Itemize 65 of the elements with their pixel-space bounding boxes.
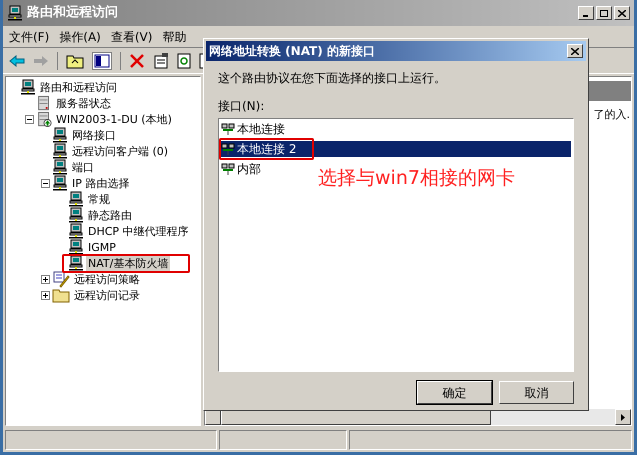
- computer-icon: [68, 207, 84, 223]
- tree-item[interactable]: 远程访问记录: [72, 288, 142, 302]
- collapse-icon[interactable]: [40, 178, 50, 188]
- tree-item[interactable]: 远程访问客户端 (0): [70, 144, 170, 158]
- instruction-text: 这个路由协议在您下面选择的接口上运行。: [218, 70, 447, 87]
- tree-item[interactable]: IGMP: [86, 240, 118, 254]
- list-item[interactable]: 本地连接 2: [221, 141, 571, 157]
- computer-icon: [52, 175, 68, 191]
- scroll-icon: [52, 270, 70, 288]
- panel-toggle-icon[interactable]: [92, 52, 112, 70]
- tree-item[interactable]: DHCP 中继代理程序: [86, 224, 191, 238]
- computer-icon: [52, 127, 68, 143]
- computer-icon: [68, 239, 84, 255]
- tree-item[interactable]: NAT/基本防火墙: [86, 256, 170, 270]
- tree-item[interactable]: 常规: [86, 192, 112, 206]
- list-item[interactable]: 本地连接: [221, 121, 285, 137]
- delete-icon[interactable]: [129, 52, 145, 68]
- close-button[interactable]: [614, 6, 630, 20]
- tree-item[interactable]: 路由和远程访问: [38, 80, 119, 94]
- menu-item[interactable]: 查看(V): [110, 28, 152, 46]
- dialog-title: 网络地址转换 (NAT) 的新接口: [209, 43, 375, 60]
- properties-icon[interactable]: [153, 52, 169, 68]
- maximize-button[interactable]: [596, 6, 612, 20]
- list-item[interactable]: 内部: [221, 161, 261, 177]
- right-arrow-icon[interactable]: [621, 414, 625, 420]
- expand-icon[interactable]: [40, 290, 50, 300]
- dialog-button[interactable]: 取消: [499, 381, 574, 404]
- computer-icon: [52, 143, 68, 159]
- back-arrow-icon[interactable]: [9, 54, 25, 66]
- window-title: 路由和远程访问: [27, 4, 118, 22]
- expand-icon[interactable]: [40, 274, 50, 284]
- server-icon: [36, 110, 52, 128]
- list-label: 接口(N):: [218, 98, 266, 115]
- tree-item[interactable]: 网络接口: [70, 128, 118, 142]
- computer-icon: [7, 5, 23, 21]
- tree-item[interactable]: IP 路由选择: [70, 176, 132, 190]
- menu-item[interactable]: 文件(F): [9, 28, 50, 46]
- network-icon: [221, 122, 235, 136]
- server-icon: [36, 94, 52, 112]
- collapse-icon[interactable]: [24, 114, 34, 124]
- computer-icon: [68, 223, 84, 239]
- refresh-icon[interactable]: [177, 52, 191, 68]
- folder-icon: [52, 287, 70, 303]
- menu-item[interactable]: 操作(A): [59, 28, 101, 46]
- maximize-icon: [600, 10, 608, 16]
- minimize-button[interactable]: [578, 6, 594, 20]
- tree-item[interactable]: 服务器状态: [54, 96, 113, 110]
- computer-icon: [20, 79, 36, 95]
- tree-item[interactable]: WIN2003-1-DU (本地): [54, 112, 174, 126]
- annotation-text: 选择与win7相接的网卡: [318, 166, 515, 191]
- computer-icon: [68, 191, 84, 207]
- tree-item[interactable]: 远程访问策略: [72, 272, 142, 286]
- folder-up-icon[interactable]: [66, 52, 84, 68]
- network-icon: [221, 142, 235, 156]
- dialog-button[interactable]: 确定: [417, 381, 492, 404]
- close-icon: [618, 10, 626, 16]
- close-button[interactable]: [567, 44, 583, 58]
- tree-item[interactable]: 静态路由: [86, 208, 134, 222]
- close-icon: [571, 48, 579, 54]
- computer-icon: [52, 159, 68, 175]
- network-icon: [221, 162, 235, 176]
- tree-item[interactable]: 端口: [70, 160, 96, 174]
- column-text: 了的入.: [594, 107, 630, 123]
- menu-item[interactable]: 帮助: [162, 28, 186, 46]
- computer-icon: [68, 255, 84, 271]
